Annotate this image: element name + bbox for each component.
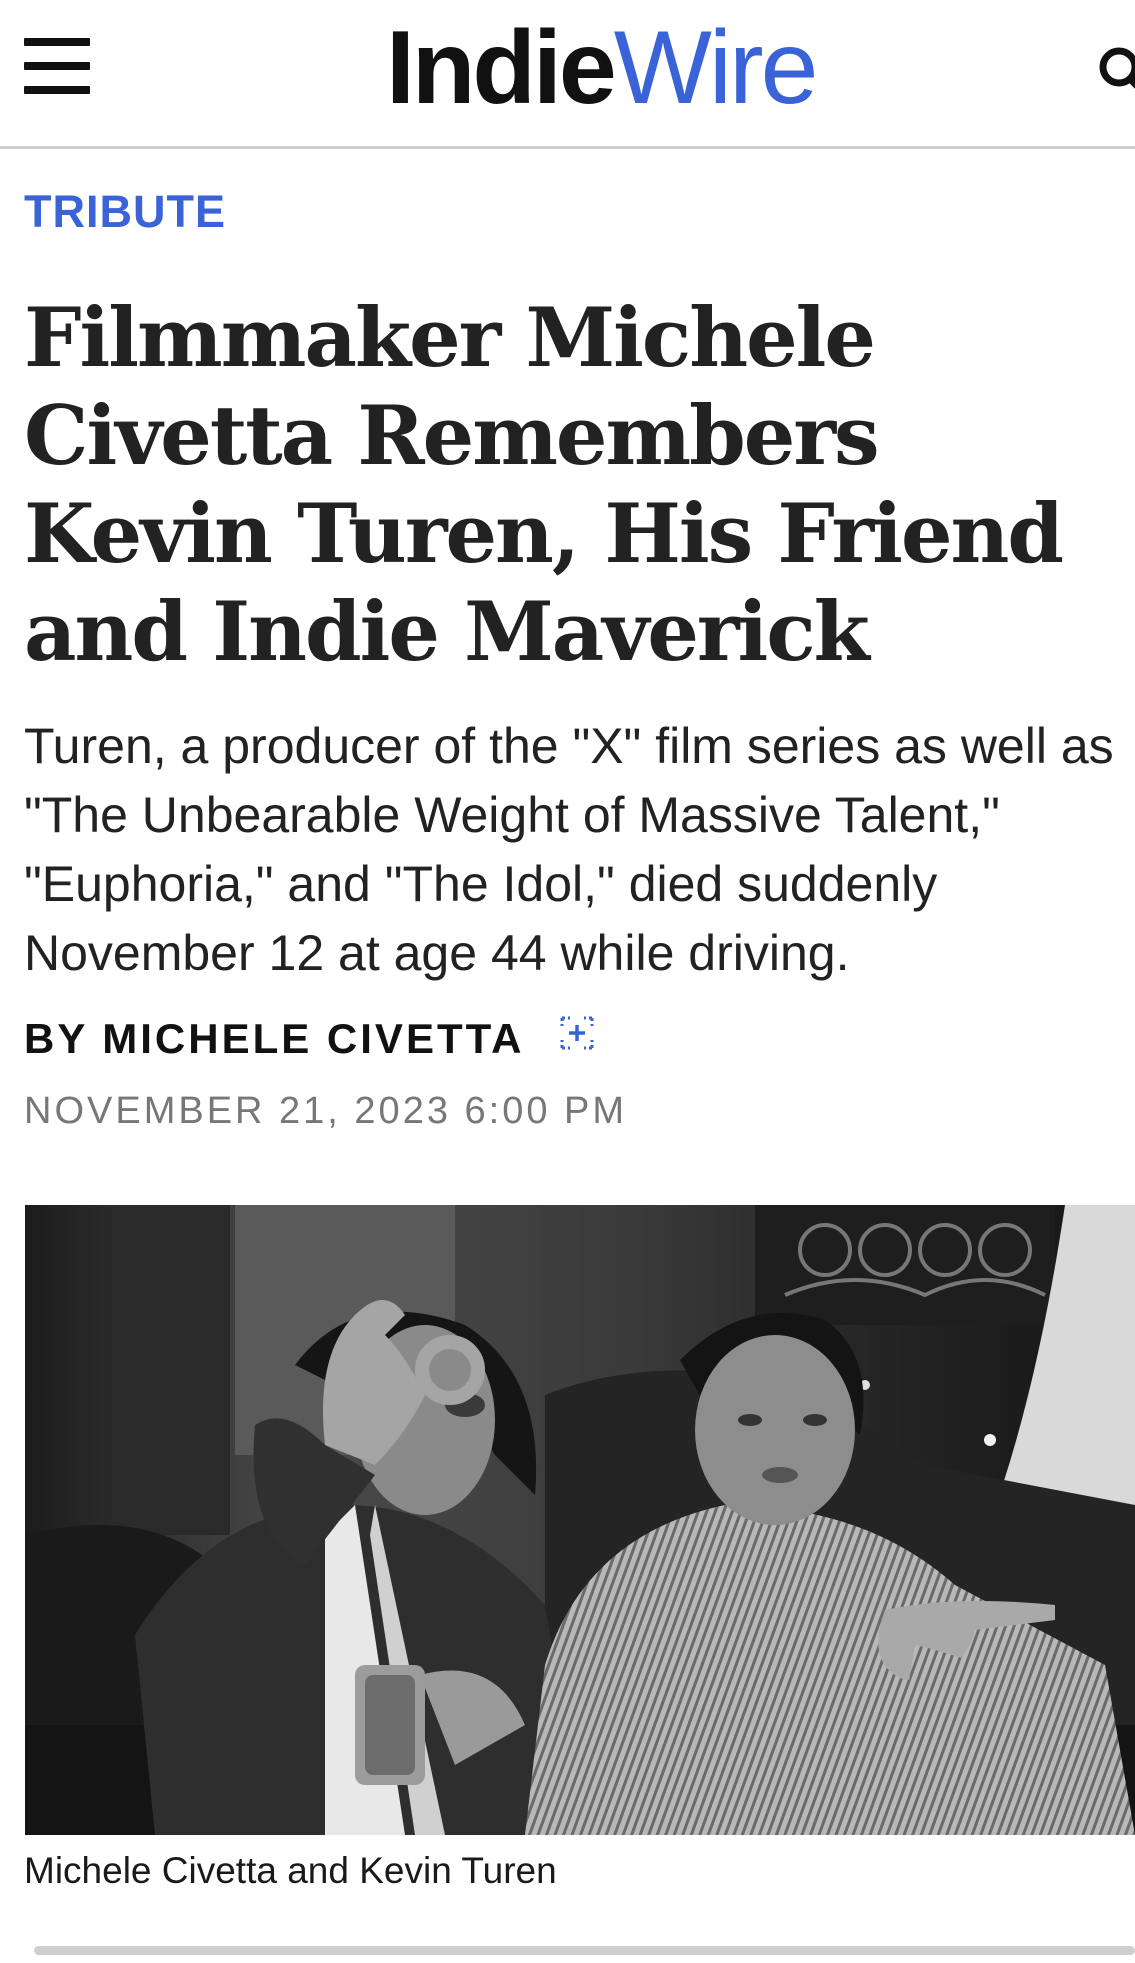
logo-bold-text: Indie <box>386 10 617 126</box>
publish-date: NOVEMBER 21, 2023 6:00 PM <box>24 1090 628 1132</box>
scroll-indicator <box>34 1946 1135 1955</box>
author-link[interactable]: MICHELE CIVETTA <box>102 1015 523 1062</box>
menu-line <box>24 86 90 94</box>
byline-prefix: BY <box>24 1015 88 1062</box>
site-header: IndieWire <box>0 0 1135 149</box>
site-logo[interactable]: IndieWire <box>386 8 819 128</box>
menu-line <box>24 62 90 70</box>
byline: BY MICHELE CIVETTA <box>24 1015 594 1066</box>
search-icon[interactable] <box>1094 42 1135 102</box>
hamburger-menu-icon[interactable] <box>24 38 90 94</box>
article-photo[interactable] <box>25 1205 1135 1835</box>
category-label[interactable]: TRIBUTE <box>24 186 226 238</box>
menu-line <box>24 38 90 46</box>
article-headline: Filmmaker Michele Civetta Remembers Kevi… <box>24 291 1064 680</box>
photo-caption: Michele Civetta and Kevin Turen <box>24 1850 557 1891</box>
follow-author-plus-icon[interactable] <box>560 1012 594 1060</box>
logo-light-text: Wire <box>613 10 819 126</box>
article-dek: Turen, a producer of the "X" film series… <box>24 718 1114 981</box>
